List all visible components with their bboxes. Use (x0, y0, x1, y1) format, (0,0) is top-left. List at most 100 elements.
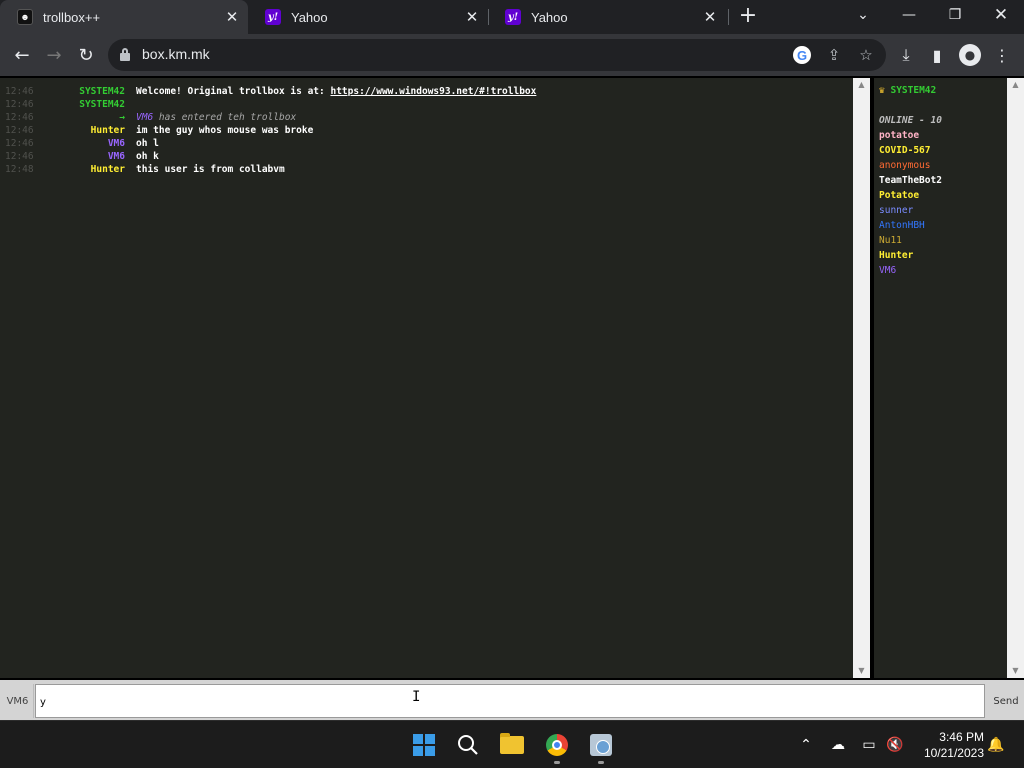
restore-icon[interactable]: ❐ (932, 0, 978, 30)
tab-search-chevron-icon[interactable]: ⌄ (840, 0, 886, 30)
trollbox-favicon-icon: ☻ (17, 9, 33, 25)
system-clock[interactable]: 3:46 PM 10/21/2023 (916, 729, 984, 761)
admin-user[interactable]: ♛ SYSTEM42 (879, 85, 936, 99)
google-lens-icon[interactable]: G (793, 46, 811, 64)
message-input[interactable] (35, 684, 985, 718)
lock-icon[interactable] (120, 48, 130, 61)
message-nick[interactable]: VM6 (108, 138, 125, 149)
new-tab-icon[interactable]: + (737, 4, 759, 28)
tab-divider (728, 9, 729, 25)
message-body: Welcome! Original trollbox is at: (136, 86, 331, 97)
message-nick[interactable]: VM6 (108, 151, 125, 162)
scroll-down-icon[interactable]: ▼ (853, 664, 870, 678)
online-count: ONLINE - 10 (879, 115, 942, 126)
message-link[interactable]: https://www.windows93.net/#!trollbox (330, 86, 536, 97)
message-nick[interactable]: Hunter (91, 125, 125, 136)
message-nick[interactable]: → (119, 112, 125, 123)
running-indicator (598, 761, 604, 764)
message-text: oh k (136, 151, 159, 162)
message-nick[interactable]: SYSTEM42 (79, 86, 125, 97)
message-text: Welcome! Original trollbox is at: https:… (136, 86, 536, 97)
reload-icon[interactable]: ↻ (71, 40, 101, 70)
message-nick[interactable]: SYSTEM42 (79, 99, 125, 110)
chat-log: 12:46 SYSTEM42 Welcome! Original trollbox … (0, 78, 853, 678)
chat-message: 12:46 VM6 oh l (0, 138, 853, 151)
tab-trollbox[interactable]: ☻ trollbox++ ✕ (0, 0, 248, 34)
yahoo-favicon-icon: y! (505, 9, 521, 25)
user-list: ♛ SYSTEM42 ONLINE - 10 potatoe COVID-567 a… (874, 78, 1007, 678)
windows-taskbar: ⌃ ☁ ▭ 🔇 3:46 PM 10/21/2023 🔔 (0, 720, 1024, 768)
back-icon[interactable]: ← (7, 40, 37, 70)
message-timestamp: 12:46 (5, 99, 34, 110)
chrome-icon[interactable] (545, 733, 569, 757)
chat-message: 12:46 → VM6 has entered teh trollbox (0, 112, 853, 125)
app-icon[interactable] (589, 733, 613, 757)
user-list-item[interactable]: AntonHBH (879, 220, 925, 234)
message-text: im the guy whos mouse was broke (136, 125, 313, 136)
message-timestamp: 12:46 (5, 151, 34, 162)
onedrive-icon[interactable]: ☁ (828, 735, 848, 755)
message-body: has entered teh trollbox (153, 112, 297, 123)
start-windows-icon[interactable] (412, 733, 436, 757)
message-timestamp: 12:46 (5, 125, 34, 136)
profile-avatar-icon[interactable]: ● (959, 44, 981, 66)
close-window-icon[interactable]: ✕ (978, 0, 1024, 30)
close-icon[interactable]: ✕ (462, 8, 482, 26)
url-text[interactable]: box.km.mk (142, 46, 210, 62)
user-list-item[interactable]: COVID-567 (879, 145, 930, 159)
message-body: oh k (136, 151, 159, 162)
tab-yahoo-1[interactable]: y! Yahoo ✕ (248, 0, 488, 34)
chat-message: 12:46 VM6 oh k (0, 151, 853, 164)
scroll-down-icon[interactable]: ▼ (1007, 664, 1024, 678)
nickname-button[interactable]: VM6 (2, 684, 34, 718)
message-user-mention[interactable]: VM6 (136, 112, 153, 123)
running-indicator (554, 761, 560, 764)
message-body: oh l (136, 138, 159, 149)
message-body: im the guy whos mouse was broke (136, 125, 314, 136)
clock-date: 10/21/2023 (923, 746, 984, 760)
scroll-up-icon[interactable]: ▲ (1007, 78, 1024, 92)
close-icon[interactable]: ✕ (222, 8, 242, 26)
yahoo-favicon-icon: y! (265, 9, 281, 25)
address-bar[interactable]: box.km.mk G ⇪ ☆ (108, 39, 886, 71)
user-list-item[interactable]: VM6 (879, 265, 896, 279)
text-cursor-icon: I (412, 689, 421, 705)
chat-message: 12:46 SYSTEM42 Welcome! Original trollbox … (0, 86, 853, 99)
minimize-icon[interactable]: — (886, 0, 932, 30)
volume-muted-icon[interactable]: 🔇 (885, 735, 905, 755)
tab-yahoo-2[interactable]: y! Yahoo ✕ (488, 0, 726, 34)
message-text: oh l (136, 138, 159, 149)
message-body: this user is from collabvm (136, 164, 285, 175)
side-panel-icon[interactable]: ▮ (926, 44, 948, 66)
user-list-item[interactable]: sunner (879, 205, 913, 219)
file-explorer-icon[interactable] (500, 733, 524, 757)
trollbox-page: 12:46 SYSTEM42 Welcome! Original trollbox … (0, 76, 1024, 720)
bookmark-star-icon[interactable]: ☆ (856, 45, 876, 65)
user-list-item[interactable]: TeamTheBot2 (879, 175, 942, 189)
chat-message: 12:46 SYSTEM42 (0, 99, 853, 112)
scroll-up-icon[interactable]: ▲ (853, 78, 870, 92)
send-button[interactable]: Send (988, 684, 1024, 718)
user-list-item[interactable]: Potatoe (879, 190, 919, 204)
chat-scrollbar[interactable]: ▲ ▼ (853, 78, 870, 678)
userlist-scrollbar[interactable]: ▲ ▼ (1007, 78, 1024, 678)
crown-icon: ♛ (879, 85, 885, 96)
show-hidden-icons-chevron-icon[interactable]: ⌃ (796, 735, 816, 755)
search-icon[interactable] (456, 733, 480, 757)
tab-title: Yahoo (291, 9, 328, 25)
user-list-item[interactable]: Nu11 (879, 235, 902, 249)
download-icon[interactable]: ⤓ (895, 44, 917, 66)
user-list-item[interactable]: Hunter (879, 250, 913, 264)
forward-icon[interactable]: → (39, 40, 69, 70)
menu-kebab-icon[interactable]: ⋮ (991, 44, 1013, 66)
network-icon[interactable]: ▭ (859, 735, 879, 755)
share-icon[interactable]: ⇪ (824, 45, 844, 65)
tab-strip: ☻ trollbox++ ✕ y! Yahoo ✕ y! Yahoo ✕ + ⌄… (0, 0, 1024, 34)
notification-bell-icon[interactable]: 🔔 (986, 735, 1006, 755)
message-timestamp: 12:46 (5, 112, 34, 123)
user-list-item[interactable]: anonymous (879, 160, 930, 174)
admin-user-name: SYSTEM42 (890, 85, 937, 96)
user-list-item[interactable]: potatoe (879, 130, 919, 144)
message-nick[interactable]: Hunter (91, 164, 125, 175)
close-icon[interactable]: ✕ (700, 8, 720, 26)
